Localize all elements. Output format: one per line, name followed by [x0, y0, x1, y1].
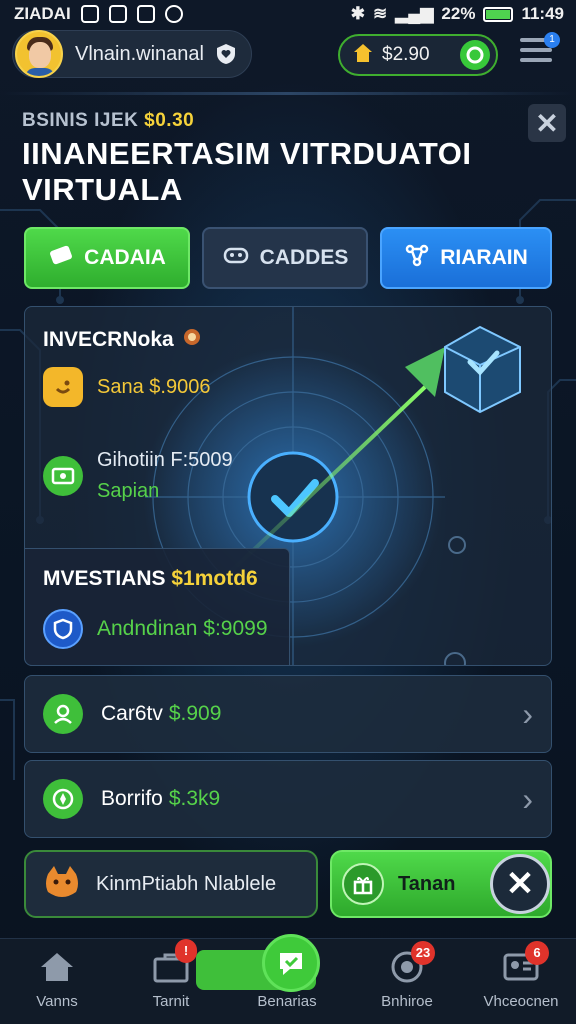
network-icon: [404, 243, 430, 273]
chevron-right-icon: ›: [522, 695, 533, 732]
tab-label: RIARAIN: [440, 246, 528, 269]
wallet-add-button[interactable]: [460, 40, 490, 70]
tab-label: CADAIA: [84, 246, 166, 269]
summary-heading-text: MVESTIANS: [43, 567, 166, 590]
nav-count-badge: 6: [525, 941, 549, 965]
menu-button[interactable]: 1: [520, 32, 560, 74]
summary-row: Andndinan $:9099: [43, 609, 268, 649]
promo-text: KinmPtiabh Nlablele: [96, 872, 277, 895]
tab-riarain[interactable]: RIARAIN: [380, 227, 552, 289]
list-item-label: Borrifo: [101, 787, 163, 810]
card-row-text-group: Gihotiin F:5009 Sapian: [97, 449, 233, 503]
nav-count-badge: 23: [411, 941, 435, 965]
gift-icon: [342, 863, 384, 905]
list-item-value: $.3k9: [168, 787, 221, 810]
promo-banner[interactable]: KinmPtiabh Nlablele: [24, 850, 318, 918]
close-button[interactable]: ✕: [528, 104, 566, 142]
cash-icon: [43, 456, 83, 496]
summary-row-text: Andndinan $:9099: [97, 617, 268, 640]
wallet-amount: $2.90: [382, 44, 430, 65]
page-subtitle: BSINIS IJEK $0.30: [22, 110, 194, 132]
card-row-sana: Sana $.9006: [43, 367, 210, 407]
user-name: Vlnain.winanal: [75, 42, 204, 65]
home-icon: [37, 949, 77, 985]
card-heading: INVECRNoka: [43, 327, 202, 353]
smile-icon: [43, 367, 83, 407]
compass-icon: [43, 779, 83, 819]
bluetooth-icon: ✱: [350, 4, 365, 23]
nav-label: Benarias: [257, 993, 317, 1010]
card-row-subtitle: Sapian: [97, 480, 160, 502]
ticket-icon: [48, 244, 74, 272]
status-right: ✱ ≋ ▂▄▆ 22% 11:49: [351, 4, 564, 24]
nav-item-vhceocnen[interactable]: 6 Vhceocnen: [466, 941, 576, 1010]
primary-action-label: Tanan: [398, 872, 456, 895]
list-item-car6tv[interactable]: Car6tv $.909 ›: [24, 675, 552, 753]
id-card-icon: 6: [501, 941, 549, 985]
nav-item-vanns[interactable]: Vanns: [2, 949, 112, 1010]
wifi-icon: ≋: [372, 4, 388, 23]
gamepad-icon: [222, 244, 250, 272]
summary-heading-value: $1motd6: [171, 567, 258, 590]
chevron-right-icon: ›: [522, 780, 533, 817]
shield-icon: [43, 609, 83, 649]
list-item-borrifo[interactable]: Borrifo $.3k9 ›: [24, 760, 552, 838]
list-item-label: Car6tv: [101, 702, 163, 725]
menu-notification-badge: 1: [544, 32, 560, 48]
clock: 11:49: [521, 4, 564, 23]
signal-icon: ▂▄▆: [395, 4, 434, 23]
card-row-text: Sana $.9006: [97, 375, 211, 398]
dismiss-button[interactable]: ✕: [490, 854, 550, 914]
nav-label: Bnhiroe: [381, 993, 433, 1010]
carrier-label: ZIADAI: [14, 4, 71, 23]
flame-icon: [182, 327, 202, 353]
nav-item-bnhiroe[interactable]: 23 Bnhiroe: [352, 941, 462, 1010]
briefcase-icon: !: [151, 939, 197, 985]
subtitle-prefix: BSINIS IJEK: [22, 110, 139, 131]
tab-label: CADDES: [259, 246, 349, 269]
battery-percent: 22%: [441, 4, 476, 23]
mail-icon: [80, 5, 99, 23]
subtitle-value: $0.30: [144, 110, 195, 131]
message-icon: [164, 5, 183, 23]
nav-alert-badge: !: [175, 939, 197, 963]
phone-icon: [136, 5, 155, 23]
camera-icon: [108, 5, 127, 23]
card-heading-text: INVECRNoka: [43, 328, 174, 351]
wallet-balance[interactable]: $2.90: [338, 34, 498, 76]
card-row-gihotiin: Gihotiin F:5009 Sapian: [43, 449, 233, 503]
summary-heading: MVESTIANS $1motd6: [43, 567, 258, 591]
divider: [0, 92, 576, 95]
tab-caddes[interactable]: CADDES: [202, 227, 368, 289]
status-bar: ZIADAI ✱ ≋ ▂▄▆ 22% 11:49: [0, 0, 576, 28]
heart-shield-icon: [213, 41, 239, 67]
user-icon: [43, 694, 83, 734]
nav-label: Vhceocnen: [483, 993, 559, 1010]
list-item-value: $.909: [168, 702, 222, 725]
home-coin-icon: [352, 42, 374, 69]
card-row-title: Gihotiin F:5009: [97, 449, 233, 471]
battery-icon: [483, 6, 514, 22]
nav-label: Vanns: [36, 993, 78, 1010]
avatar[interactable]: [15, 30, 63, 78]
user-profile-pill[interactable]: Vlnain.winanal: [12, 30, 252, 78]
tab-cadaia[interactable]: CADAIA: [24, 227, 190, 289]
cat-mascot-icon: [42, 864, 82, 905]
nav-label: Tarnit: [152, 993, 190, 1010]
investments-summary-card: MVESTIANS $1motd6 Andndinan $:9099: [24, 548, 290, 666]
chat-icon[interactable]: [262, 934, 320, 992]
page-title: IINANEERTASIM VITRDUATOI VIRTUALA: [22, 136, 472, 207]
status-left: ZIADAI: [14, 4, 183, 24]
target-icon: 23: [387, 941, 435, 985]
